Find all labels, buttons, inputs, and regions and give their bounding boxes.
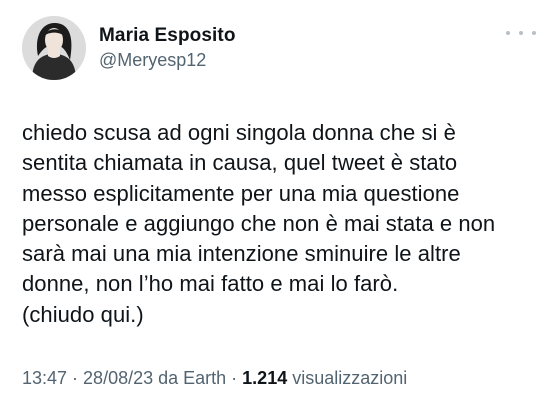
meta-separator: · — [67, 368, 84, 388]
dot-icon — [532, 31, 536, 35]
tweet-text: chiedo scusa ad ogni singola donna che s… — [22, 120, 496, 327]
author-handle[interactable]: @Meryesp12 — [99, 50, 206, 71]
tweet-source: da Earth — [153, 368, 227, 388]
tweet-date[interactable]: 28/08/23 — [83, 368, 153, 388]
dot-icon — [506, 31, 510, 35]
dot-icon — [519, 31, 523, 35]
more-options-icon[interactable] — [506, 25, 536, 41]
views-label: visualizzazioni — [287, 368, 408, 388]
tweet-meta: 13:47 · 28/08/23 da Earth · 1.214 visual… — [22, 368, 407, 389]
tweet-card: Maria Esposito @Meryesp12 chiedo scusa a… — [0, 0, 560, 405]
author-avatar[interactable] — [22, 16, 86, 80]
author-name[interactable]: Maria Esposito — [99, 25, 236, 47]
profile-photo-icon — [22, 16, 86, 80]
tweet-time[interactable]: 13:47 — [22, 368, 67, 388]
meta-separator: · — [226, 368, 243, 388]
views-count[interactable]: 1.214 — [242, 368, 287, 388]
